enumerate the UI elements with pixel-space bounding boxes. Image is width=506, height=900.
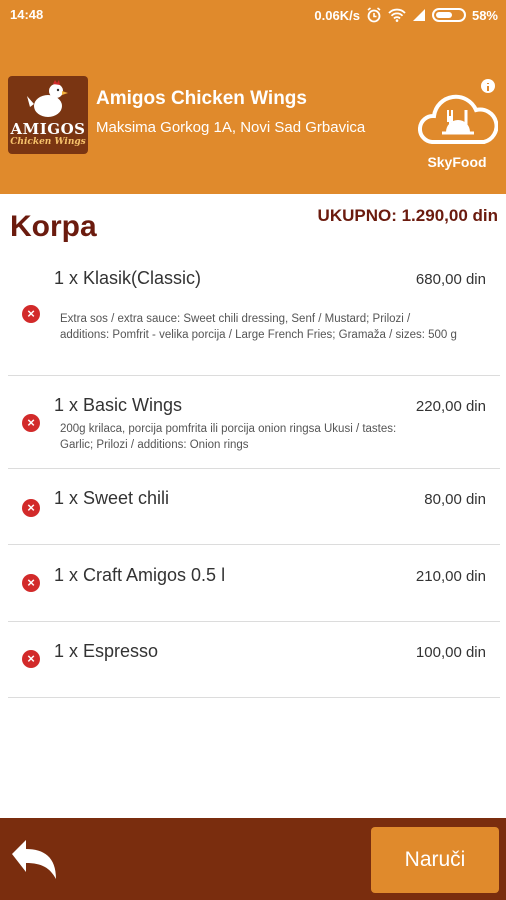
restaurant-name: Amigos Chicken Wings [96,88,307,109]
battery-icon [431,8,466,22]
item-note: 200g krilaca, porcija pomfrita ili porci… [60,423,397,451]
item-price: 220,00 din [415,398,486,415]
network-speed: 0.06K/s [314,7,360,23]
battery-percent: 58% [471,7,498,23]
item-name: 1 x Craft Amigos 0.5 l [54,565,226,585]
item-note: Extra sos / extra sauce: Sweet chili dre… [60,313,457,341]
page-title: Korpa [10,210,97,243]
cart-item: × 1 x Craft Amigos 0.5 l 210,00 din [8,545,500,622]
restaurant-logo: AMIGOS Chicken Wings [8,76,88,154]
cart-item: × 1 x Espresso 100,00 din [8,622,500,698]
item-price: 680,00 din [415,271,486,288]
status-bar: 14:48 0.06K/s 58% [0,0,506,30]
back-button[interactable] [8,838,60,882]
logo-tagline: Chicken Wings [10,137,86,147]
wifi-icon [388,8,406,22]
cart-total: UKUPNO: 1.290,00 din [317,206,498,225]
item-price: 100,00 din [415,644,486,661]
skyfood-logo[interactable]: SkyFood [418,76,499,172]
cloud-icon [418,79,499,144]
item-price: 80,00 din [424,491,486,508]
restaurant-address: Maksima Gorkog 1A, Novi Sad Grbavica [96,119,366,136]
remove-item-button[interactable]: × [22,305,40,323]
item-name: 1 x Basic Wings [54,395,183,415]
cart-item: × 1 x Sweet chili 80,00 din [8,469,500,545]
remove-item-button[interactable]: × [22,574,40,592]
item-name: 1 x Klasik(Classic) [54,268,202,288]
status-time: 14:48 [10,7,44,22]
item-name: 1 x Sweet chili [54,488,170,508]
remove-item-button[interactable]: × [22,650,40,668]
logo-wordmark: AMIGOS [10,120,86,138]
signal-icon [412,8,426,22]
alarm-icon [366,7,382,23]
cart-item: × 1 x Basic Wings 220,00 din 200g krilac… [8,376,500,469]
order-button[interactable]: Naruči [371,827,499,893]
restaurant-header: AMIGOS Chicken Wings Amigos Chicken Wing… [0,30,506,194]
back-arrow-icon [12,840,56,879]
chicken-icon [27,80,68,117]
item-price: 210,00 din [415,568,486,585]
cart-item: × 1 x Klasik(Classic) 680,00 din Extra s… [8,255,500,376]
remove-item-button[interactable]: × [22,499,40,517]
remove-item-button[interactable]: × [22,414,40,432]
item-name: 1 x Espresso [54,641,159,661]
status-icons: 0.06K/s 58% [314,7,498,23]
skyfood-label: SkyFood [427,154,487,170]
